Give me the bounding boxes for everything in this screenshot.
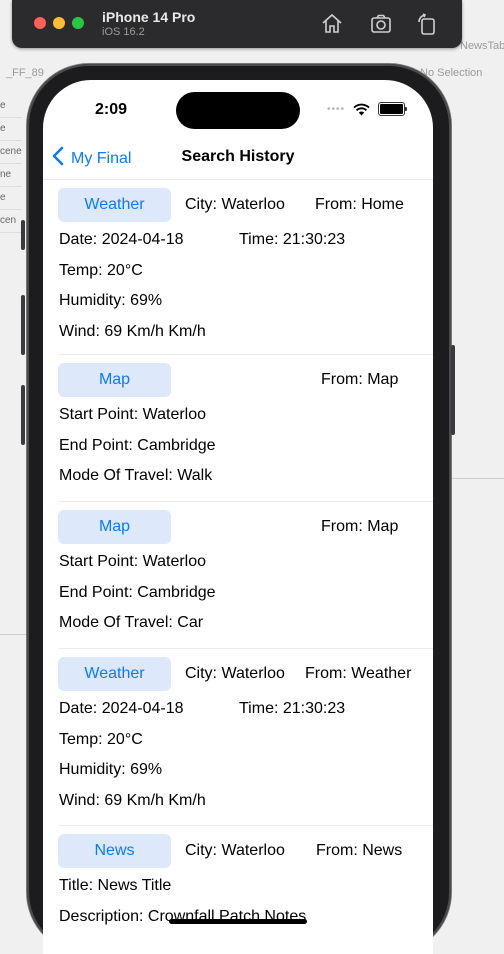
entry-row: Date: 2024-04-18 Time: 21:30:23 (59, 694, 433, 725)
history-list[interactable]: Weather City: Waterloo From: Home Date: … (43, 180, 433, 946)
entry-type-button[interactable]: Map (58, 510, 171, 544)
entry-time: Time: 21:30:23 (239, 700, 346, 717)
entry-header: Weather City: Waterloo From: Home (58, 180, 433, 225)
bg-tab-label: NewsTab (460, 40, 504, 52)
signal-icon: •••• (326, 103, 345, 115)
bg-scene-item: cen (0, 210, 22, 233)
bg-divider (450, 478, 504, 479)
simulator-os-version: iOS 16.2 (102, 26, 145, 38)
close-window-button[interactable] (34, 17, 46, 29)
history-entry: Map From: Map Start Point: Waterloo End … (58, 355, 433, 502)
bg-scene-item: e (0, 187, 22, 210)
entry-humidity: Humidity: 69% (59, 761, 163, 778)
entry-source: From: Map (321, 518, 399, 535)
battery-tip (405, 107, 407, 111)
wifi-icon (353, 103, 370, 116)
home-indicator[interactable] (169, 919, 307, 924)
entry-temp: Temp: 20°C (59, 261, 143, 279)
entry-date: Date: 2024-04-18 (59, 700, 184, 717)
bg-scene-item: ne (0, 164, 22, 187)
entry-end-point: End Point: Cambridge (59, 436, 216, 454)
volume-up-button (21, 295, 25, 355)
simulator-title-bar: iPhone 14 Pro iOS 16.2 (12, 0, 462, 48)
entry-wind: Wind: 69 Km/h Km/h (59, 791, 206, 809)
entry-row: Humidity: 69% (59, 286, 433, 317)
entry-type-button[interactable]: Map (58, 363, 171, 397)
bg-scene-item: e (0, 118, 22, 141)
phone-screen: 2:09 •••• My Final Search History Weathe… (43, 80, 433, 954)
entry-travel-mode: Mode Of Travel: Car (59, 614, 204, 631)
entry-source: From: Weather (305, 665, 412, 682)
history-entry: Weather City: Waterloo From: Home Date: … (58, 180, 433, 355)
entry-header: Map From: Map (58, 502, 433, 547)
entry-type-button[interactable]: Weather (58, 188, 171, 222)
battery-icon (378, 102, 405, 116)
rotate-icon[interactable] (415, 12, 439, 36)
action-button (21, 220, 25, 250)
entry-humidity: Humidity: 69% (59, 292, 163, 309)
entry-header: Map From: Map (58, 355, 433, 400)
entry-header: News City: Waterloo From: News (58, 826, 433, 871)
history-entry: Map From: Map Start Point: Waterloo End … (58, 502, 433, 649)
entry-row: Wind: 69 Km/h Km/h (59, 786, 433, 817)
zoom-window-button[interactable] (72, 17, 84, 29)
entry-news-title: Title: News Title (59, 877, 172, 894)
entry-source: From: Map (321, 371, 399, 388)
bg-divider (0, 634, 30, 635)
home-icon[interactable] (320, 12, 344, 36)
entry-row: Humidity: 69% (59, 755, 433, 786)
entry-temp: Temp: 20°C (59, 730, 143, 748)
entry-row: Start Point: Waterloo (59, 547, 433, 578)
entry-row: Temp: 20°C (59, 256, 433, 287)
entry-time: Time: 21:30:23 (239, 231, 346, 248)
entry-row: End Point: Cambridge (59, 578, 433, 609)
simulator-device-name: iPhone 14 Pro (102, 9, 196, 25)
entry-city: City: Waterloo (185, 196, 285, 213)
entry-source: From: Home (315, 196, 404, 213)
entry-city: City: Waterloo (185, 665, 285, 682)
entry-source: From: News (316, 842, 403, 859)
history-entry: News City: Waterloo From: News Title: Ne… (58, 826, 433, 946)
navigation-bar: My Final Search History (43, 140, 433, 180)
minimize-window-button[interactable] (53, 17, 65, 29)
entry-wind: Wind: 69 Km/h Km/h (59, 322, 206, 340)
bg-scene-list: e e cene ne e cen (0, 95, 22, 233)
power-button (451, 345, 455, 435)
entry-row: Title: News Title (59, 871, 433, 902)
entry-row: Wind: 69 Km/h Km/h (59, 317, 433, 348)
entry-end-point: End Point: Cambridge (59, 583, 216, 601)
entry-travel-mode: Mode Of Travel: Walk (59, 467, 213, 484)
bg-no-selection: No Selection (420, 67, 483, 79)
screenshot-icon[interactable] (369, 12, 393, 36)
page-title: Search History (181, 148, 295, 165)
entry-row: Description: Crownfall Patch Notes (59, 902, 433, 933)
status-icons: •••• (327, 102, 407, 116)
entry-row: Mode Of Travel: Car (59, 608, 433, 639)
volume-down-button (21, 385, 25, 445)
entry-type-button[interactable]: Weather (58, 657, 171, 691)
entry-date: Date: 2024-04-18 (59, 231, 184, 248)
entry-row: Temp: 20°C (59, 725, 433, 756)
entry-row: Start Point: Waterloo (59, 400, 433, 431)
entry-start-point: Start Point: Waterloo (59, 406, 207, 423)
dynamic-island (176, 92, 300, 129)
entry-row: Date: 2024-04-18 Time: 21:30:23 (59, 225, 433, 256)
entry-header: Weather City: Waterloo From: Weather (58, 649, 433, 694)
bg-scene-item: cene (0, 141, 22, 164)
bg-scene-item: e (0, 95, 22, 118)
entry-city: City: Waterloo (185, 842, 285, 859)
history-entry: Weather City: Waterloo From: Weather Dat… (58, 649, 433, 826)
bg-file-label: _FF_89 (6, 67, 44, 79)
status-time: 2:09 (95, 101, 128, 118)
entry-start-point: Start Point: Waterloo (59, 553, 207, 570)
entry-row: Mode Of Travel: Walk (59, 461, 433, 492)
entry-row: End Point: Cambridge (59, 431, 433, 462)
entry-type-button[interactable]: News (58, 834, 171, 868)
